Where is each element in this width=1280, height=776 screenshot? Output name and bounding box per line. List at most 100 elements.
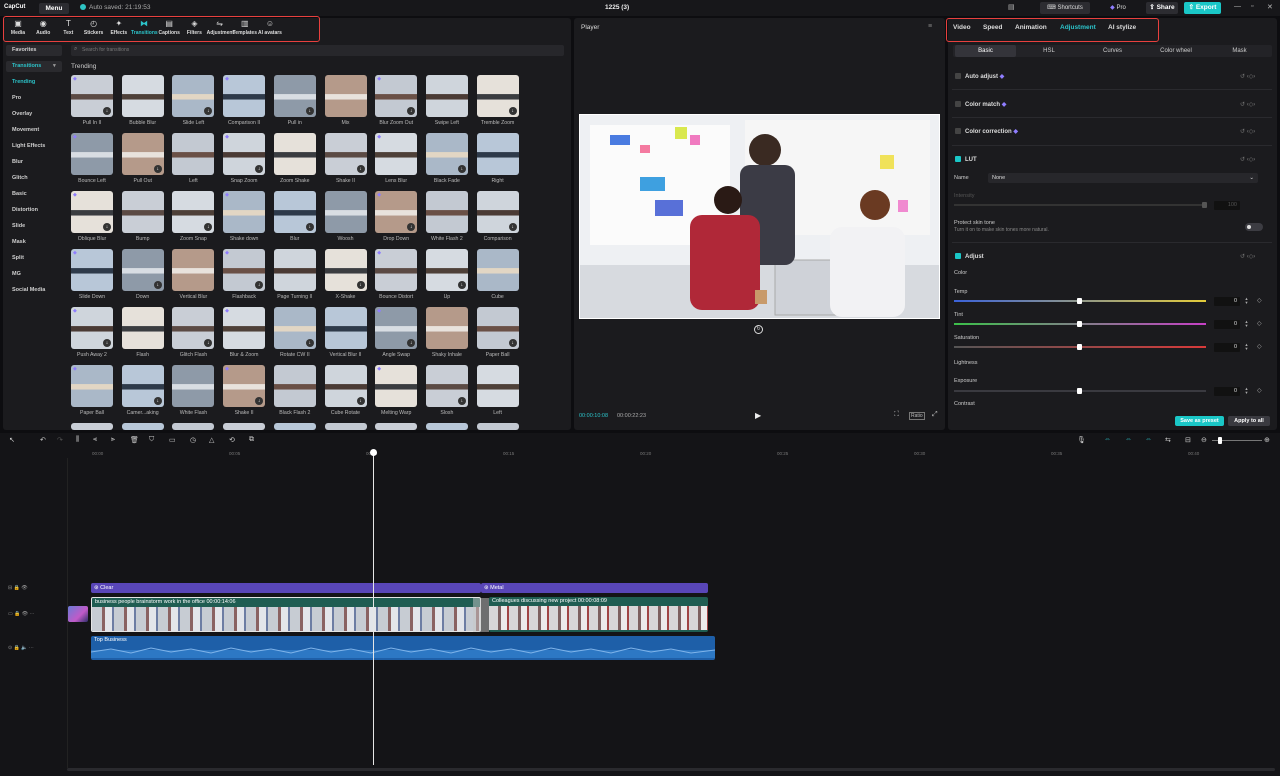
cover-thumbnail[interactable] <box>68 606 88 622</box>
transition-tile[interactable] <box>324 423 367 430</box>
pro-button[interactable]: ◆ Pro <box>1105 2 1131 14</box>
download-icon[interactable]: ↓ <box>153 281 162 289</box>
transition-tile[interactable]: ↓ <box>121 365 164 407</box>
video-clip[interactable]: Colleagues discussing new project 00:00:… <box>489 597 708 632</box>
checkbox[interactable] <box>955 128 961 134</box>
exposure-value[interactable]: 0 <box>1214 387 1240 396</box>
transition-tile[interactable] <box>172 365 215 407</box>
apply-to-all-button[interactable]: Apply to all <box>1228 416 1270 426</box>
tool-transitions[interactable]: ⧓ Transitions <box>131 19 158 39</box>
download-icon[interactable]: ↓ <box>305 223 314 231</box>
video-track-controls[interactable]: ▭ 🔒 👁 ⋯ <box>8 611 34 617</box>
magnet-icon[interactable]: ⇔ <box>1125 436 1132 443</box>
download-icon[interactable]: ↓ <box>508 107 517 115</box>
transition-tile[interactable]: ↓ <box>425 249 468 291</box>
subtab-color-wheel[interactable]: Color wheel <box>1146 45 1207 57</box>
sidebar-item-mg[interactable]: MG <box>12 271 21 277</box>
lut-toggle[interactable]: LUT <box>955 156 977 163</box>
delete-icon[interactable]: 🗑 <box>130 436 139 444</box>
tool-templates[interactable]: ▥ Templates <box>232 19 258 39</box>
transition-tile[interactable]: ◆ <box>71 133 113 175</box>
reset-icon[interactable]: ↺ ‹◇› <box>1240 128 1255 135</box>
freeze-icon[interactable]: ▭ <box>169 436 176 444</box>
minimize-icon[interactable]: — <box>1234 3 1241 10</box>
transition-tile[interactable] <box>71 423 113 430</box>
sidebar-item-basic[interactable]: Basic <box>12 191 27 197</box>
transition-tile[interactable]: ↓ <box>425 133 468 175</box>
sidebar-item-light-effects[interactable]: Light Effects <box>12 143 45 149</box>
tint-knob[interactable] <box>1077 321 1082 327</box>
checkbox-checked[interactable] <box>955 156 961 162</box>
search-input[interactable]: Search for transitions <box>71 45 564 56</box>
transition-marker[interactable] <box>473 598 489 632</box>
transition-tile[interactable]: ◆ ↓ <box>71 307 113 349</box>
tool-text[interactable]: T Text <box>55 19 81 39</box>
undo-icon[interactable]: ↶ <box>40 436 46 444</box>
transition-tile[interactable]: ↓ <box>121 249 164 291</box>
transition-tile[interactable] <box>172 133 215 175</box>
transition-tile[interactable] <box>324 307 367 349</box>
tool-filters[interactable]: ◈ Filters <box>181 19 207 39</box>
transition-tile[interactable]: ◆ <box>375 365 418 407</box>
split-left-icon[interactable]: ⫷ <box>93 436 97 444</box>
microphone-icon[interactable]: 🎙 <box>1077 436 1086 444</box>
transition-tile[interactable] <box>273 365 316 407</box>
color-correction-toggle[interactable]: Color correction ◆ <box>955 128 1018 135</box>
tool-media[interactable]: ▣ Media <box>5 19 31 39</box>
keyframe-icon[interactable]: ◇ <box>1257 343 1262 350</box>
transition-tile[interactable] <box>476 423 519 430</box>
transition-tile[interactable]: ↓ <box>172 75 215 117</box>
transition-tile[interactable] <box>273 423 316 430</box>
zoom-fit-icon[interactable]: ⊟ <box>1185 436 1191 444</box>
tool-stickers[interactable]: ◴ Stickers <box>81 19 107 39</box>
download-icon[interactable]: ↓ <box>103 339 111 347</box>
reset-icon[interactable]: ↺ ‹◇› <box>1240 101 1255 108</box>
play-icon[interactable]: ▶ <box>755 411 761 420</box>
download-icon[interactable]: ↓ <box>508 339 517 347</box>
maximize-icon[interactable]: ▫ <box>1251 3 1253 10</box>
transition-tile[interactable] <box>273 249 316 291</box>
transition-tile[interactable]: ↓ <box>324 133 367 175</box>
sidebar-item-glitch[interactable]: Glitch <box>12 175 28 181</box>
transition-tile[interactable] <box>121 423 164 430</box>
audio-clip[interactable] <box>90 636 716 660</box>
transition-tile[interactable] <box>425 75 468 117</box>
download-icon[interactable]: ↓ <box>255 165 264 173</box>
exposure-stepper[interactable]: ▲ ▼ <box>1243 387 1250 396</box>
transition-tile[interactable] <box>223 423 266 430</box>
intensity-value[interactable]: 100 <box>1214 201 1240 210</box>
crop-clip-icon[interactable]: ⧉ <box>249 436 254 444</box>
subtab-hsl[interactable]: HSL <box>1019 45 1080 57</box>
tint-value[interactable]: 0 <box>1214 320 1240 329</box>
download-icon[interactable]: ↓ <box>508 223 517 231</box>
saturation-knob[interactable] <box>1077 344 1082 350</box>
download-icon[interactable]: ↓ <box>407 107 416 115</box>
download-icon[interactable]: ↓ <box>356 397 365 405</box>
transition-tile[interactable]: ◆ <box>223 75 266 117</box>
tool-effects[interactable]: ✦ Effects <box>106 19 132 39</box>
download-icon[interactable]: ↓ <box>305 107 314 115</box>
transition-tile[interactable]: ◆ ↓ <box>71 191 113 233</box>
sidebar-item-blur[interactable]: Blur <box>12 159 23 165</box>
transition-tile[interactable]: ◆ <box>223 191 266 233</box>
transition-tile[interactable] <box>121 307 164 349</box>
reset-icon[interactable]: ↺ ‹◇› <box>1240 73 1255 80</box>
transition-tile[interactable] <box>476 133 519 175</box>
rotate-icon[interactable]: ↻ <box>754 325 763 334</box>
video-clip[interactable]: business people brainstorm work in the o… <box>91 597 481 632</box>
zoom-in-icon[interactable]: ⊕ <box>1264 436 1270 444</box>
transition-tile[interactable] <box>172 423 215 430</box>
playhead[interactable] <box>373 450 374 765</box>
transition-tile[interactable]: ◆ ↓ <box>375 75 418 117</box>
keyframe-icon[interactable]: ◇ <box>1257 297 1262 304</box>
transition-tile[interactable]: ↓ <box>324 249 367 291</box>
tab-speed[interactable]: Speed <box>983 24 1003 31</box>
tab-adjustment[interactable]: Adjustment <box>1060 24 1096 31</box>
warning-icon[interactable]: △ <box>209 436 214 444</box>
transition-tile[interactable]: ↓ <box>273 307 316 349</box>
download-icon[interactable]: ↓ <box>356 165 365 173</box>
tool-audio[interactable]: ◉ Audio <box>30 19 56 39</box>
transition-tile[interactable] <box>375 423 418 430</box>
intensity-slider[interactable] <box>954 204 1206 206</box>
download-icon[interactable]: ↓ <box>305 339 314 347</box>
